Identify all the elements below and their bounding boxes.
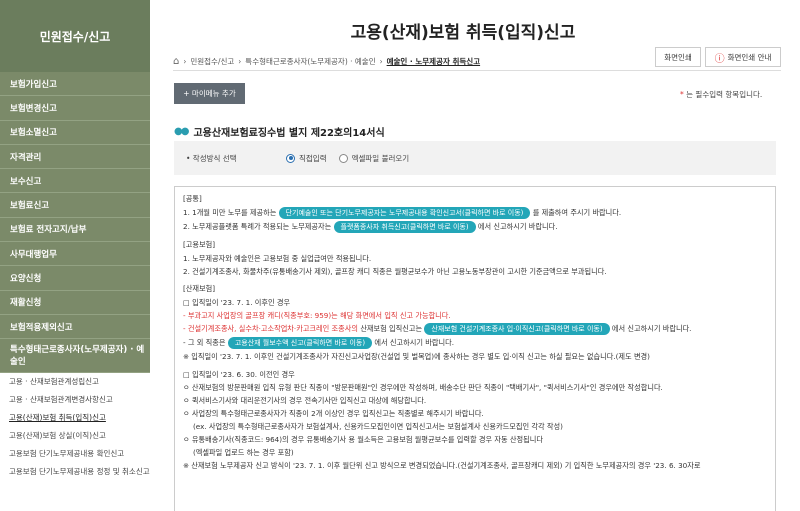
- notice-line: ㅇ 유통배송기사(직종코드: 964)의 경우 유통배송기사 용 월소득은 고용…: [183, 435, 543, 444]
- sidebar-item-exemption[interactable]: 보험적용제외신고: [0, 314, 150, 340]
- radio-circle[interactable]: [338, 153, 348, 163]
- submenu-item[interactable]: 고용(산재)보험 상실(이직)신고: [0, 427, 150, 445]
- sidebar: 민원접수/신고 보험가입신고 보험변경신고 보험소멸신고 자격관리 보수신고 보…: [0, 0, 150, 511]
- breadcrumb-current[interactable]: 예술인 · 노무제공자 취득신고: [387, 56, 480, 67]
- sidebar-item-wage-report[interactable]: 보수신고: [0, 169, 150, 194]
- page-title: 고용(산재)보험 취득(입직)신고: [350, 23, 576, 43]
- sidebar-item-insurance-change[interactable]: 보험변경신고: [0, 96, 150, 121]
- notice-text-red: - 건설기계조종사, 실수차·고소작업차·카고크레인 조종사의: [183, 324, 359, 333]
- print-guide-label: 화면인쇄 안내: [727, 52, 772, 62]
- breadcrumb: ⌂ › 민원접수/신고 › 특수형태근로종사자(노무제공자) · 예술인 › 예…: [173, 56, 480, 67]
- bullet-dots-icon: ●●: [174, 126, 190, 137]
- sidebar-item-e-billing[interactable]: 보험료 전자고지/납부: [0, 217, 150, 243]
- sidebar-item-care-application[interactable]: 요양신청: [0, 266, 150, 291]
- breadcrumb-sep-icon: ›: [238, 57, 242, 66]
- section-title: ●● 고용산재보험료징수법 별지 제22호의14서식: [174, 124, 385, 139]
- notice-line: ㅇ 산재보험의 방문판매원 입직 유형 판단 직종이 "방문판매원"인 경우에만…: [183, 383, 663, 392]
- notice-text: 에서 신고하시기 바랍니다.: [611, 324, 692, 333]
- notice-text: 에서 신고하시기 바랍니다.: [477, 222, 558, 231]
- submenu-item-active[interactable]: 고용(산재)보험 취득(입직)신고: [0, 409, 150, 427]
- notice-line: □ 입직일이 '23. 7. 1. 이후인 경우: [183, 298, 291, 307]
- required-note: * 는 필수입력 항목입니다.: [680, 89, 762, 100]
- submenu-item[interactable]: 고용 · 산재보험관계성립신고: [0, 373, 150, 391]
- notice-line: - 건설기계조종사, 실수차·고소작업차·카고크레인 조종사의 산재보험 입직신…: [183, 323, 767, 335]
- write-method-box: • 작성방식 선택 직접입력 엑셀파일 불러오기: [174, 141, 776, 175]
- notice-line: (엑셀파일 업로드 하는 경우 포함): [193, 448, 294, 457]
- breadcrumb-item[interactable]: 민원접수/신고: [190, 56, 234, 67]
- notice-employment-head: [고용보험]: [183, 240, 216, 249]
- sidebar-title: 민원접수/신고: [39, 29, 111, 44]
- submenu-item[interactable]: 고용보험 단기노무제공내용 확인신고: [0, 445, 150, 463]
- notice-line: 2. 건설기계조종사, 화물차주(유통배송기사 제외), 골프장 캐디 직종은 …: [183, 267, 607, 276]
- write-method-label: • 작성방식 선택: [186, 153, 237, 163]
- add-my-menu-button[interactable]: + 마이메뉴 추가: [174, 83, 245, 104]
- construction-machine-report-link[interactable]: 산재보험 건설기계조종사 입·이직신고(클릭하면 바로 이동): [424, 323, 610, 335]
- monthly-wage-report-link[interactable]: 고용산재 월보수액 신고(클릭하면 바로 이동): [227, 337, 373, 349]
- notice-line: ㅇ 퀵서비스기사와 대리운전기사의 경우 전속기사만 입직신고 대상에 해당합니…: [183, 396, 427, 405]
- notice-text: 1. 1개월 미만 노무를 제공하는: [183, 208, 277, 217]
- sidebar-menu: 보험가입신고 보험변경신고 보험소멸신고 자격관리 보수신고 보험료신고 보험료…: [0, 72, 150, 374]
- radio-direct-input-label: 직접입력: [299, 153, 327, 163]
- section-title-text: 고용산재보험료징수법 별지 제22호의14서식: [193, 128, 385, 139]
- sidebar-item-special-workers[interactable]: 특수형태근로종사자(노무제공자) · 예술인: [0, 339, 150, 374]
- notice-text: 에서 신고하시기 바랍니다.: [374, 338, 454, 347]
- required-note-text: 는 필수입력 항목입니다.: [686, 90, 763, 99]
- sidebar-item-insurance-termination[interactable]: 보험소멸신고: [0, 120, 150, 145]
- breadcrumb-sep-icon: ›: [379, 57, 383, 66]
- notice-text: 산재보험 입직신고는: [360, 324, 423, 333]
- notice-text: 를 제출하여 주시기 바랍니다.: [532, 208, 622, 217]
- notice-line: ㅇ 사업장의 특수형태근로종사자가 직종이 2개 이상인 경우 입직신고는 직종…: [183, 409, 484, 418]
- sidebar-header: 민원접수/신고: [0, 0, 150, 72]
- breadcrumb-item[interactable]: 특수형태근로종사자(노무제공자) · 예술인: [245, 56, 375, 67]
- radio-excel-upload[interactable]: 엑셀파일 불러오기: [338, 153, 410, 164]
- notice-text: - 그 외 직종은: [183, 338, 226, 347]
- sidebar-item-insurance-join[interactable]: 보험가입신고: [0, 72, 150, 97]
- notice-line: ※ 입직일이 '23. 7. 1. 이후인 건설기계조종사가 자진신고사업장(건…: [183, 352, 650, 361]
- notice-box: [공통] 1. 1개월 미만 노무를 제공하는 단기예술인 또는 단기노무제공자…: [174, 186, 776, 511]
- radio-excel-upload-label: 엑셀파일 불러오기: [351, 153, 410, 163]
- home-icon[interactable]: ⌂: [173, 56, 179, 67]
- sidebar-item-agency[interactable]: 사무대행업무: [0, 242, 150, 267]
- notice-line: □ 입직일이 '23. 6. 30. 이전인 경우: [183, 370, 295, 379]
- main-content: 고용(산재)보험 취득(입직)신고 ⌂ › 민원접수/신고 › 특수형태근로종사…: [150, 0, 800, 511]
- notice-industrial-head: [산재보험]: [183, 284, 216, 293]
- notice-line: 1. 1개월 미만 노무를 제공하는 단기예술인 또는 단기노무제공자는 노무제…: [183, 207, 767, 219]
- breadcrumb-sep-icon: ›: [183, 57, 187, 66]
- sidebar-item-qualification[interactable]: 자격관리: [0, 144, 150, 170]
- notice-line-red: - 부과고지 사업장의 골프장 캐디(직종부호: 959)는 해당 화면에서 입…: [183, 311, 451, 320]
- required-star: *: [680, 90, 684, 99]
- notice-common-head: [공통]: [183, 194, 202, 203]
- notice-line: - 그 외 직종은 고용산재 월보수액 신고(클릭하면 바로 이동) 에서 신고…: [183, 337, 767, 349]
- print-button-label: 화면인쇄: [664, 52, 692, 62]
- submenu-item[interactable]: 고용보험 단기노무제공내용 정정 및 취소신고: [0, 463, 150, 481]
- divider: [173, 70, 781, 71]
- notice-line: (ex. 사업장의 특수형태근로종사자가 보험설계사, 신용카드모집인이면 입직…: [193, 422, 563, 431]
- print-button[interactable]: 화면인쇄: [655, 47, 701, 67]
- print-guide-button[interactable]: ⓘ 화면인쇄 안내: [705, 47, 781, 67]
- radio-direct-input[interactable]: 직접입력: [286, 153, 327, 164]
- notice-line: 2. 노무제공플랫폼 특례가 적용되는 노무제공자는 플랫폼종사자 취득신고(클…: [183, 221, 767, 233]
- platform-report-link[interactable]: 플랫폼종사자 취득신고(클릭하면 바로 이동): [333, 221, 476, 233]
- sidebar-item-rehab-application[interactable]: 재활신청: [0, 290, 150, 315]
- short-term-report-link[interactable]: 단기예술인 또는 단기노무제공자는 노무제공내용 확인신고서(클릭하면 바로 이…: [278, 207, 531, 219]
- sidebar-submenu: 고용 · 산재보험관계성립신고 고용 · 산재보험관계변경사항신고 고용(산재)…: [0, 373, 150, 481]
- notice-text: 2. 노무제공플랫폼 특례가 적용되는 노무제공자는: [183, 222, 332, 231]
- radio-circle-selected[interactable]: [286, 153, 295, 163]
- notice-line: 1. 노무제공자와 예술인은 고용보험 중 실업급여만 적용됩니다.: [183, 254, 372, 263]
- notice-line: ※ 산재보험 노무제공자 신고 방식이 '23. 7. 1. 이후 월단위 신고…: [183, 461, 701, 470]
- submenu-item[interactable]: 고용 · 산재보험관계변경사항신고: [0, 391, 150, 409]
- sidebar-item-premium-report[interactable]: 보험료신고: [0, 193, 150, 218]
- alert-icon: ⓘ: [714, 53, 725, 65]
